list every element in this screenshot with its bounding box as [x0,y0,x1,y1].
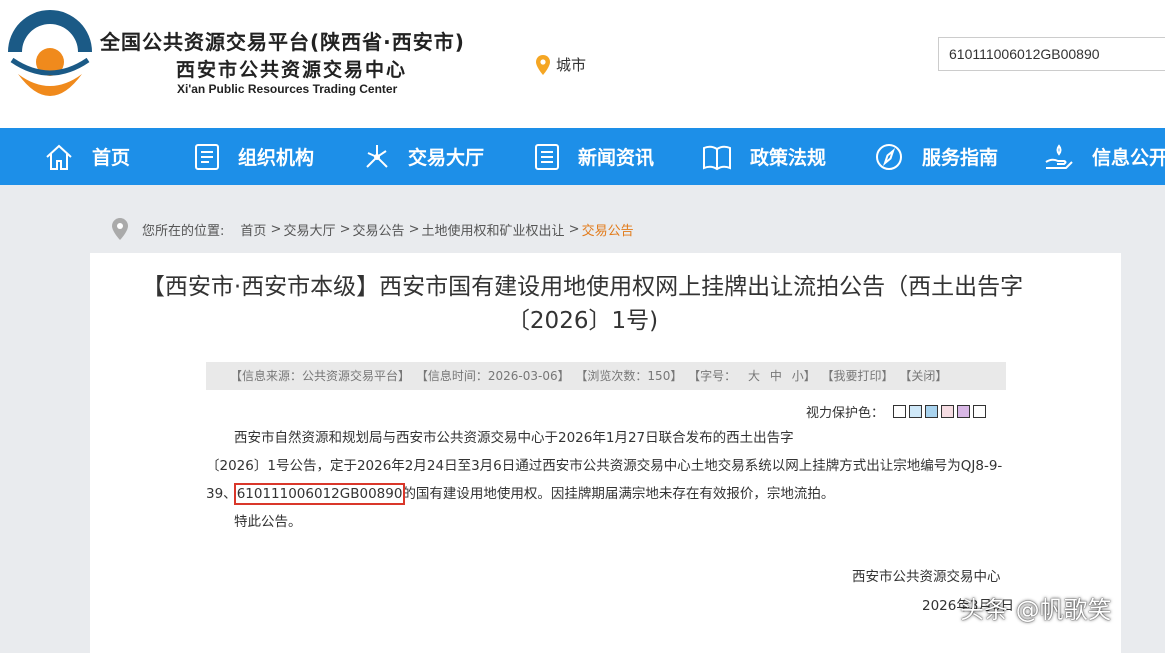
site-header: 全国公共资源交易平台(陕西省·西安市) 西安市公共资源交易中心 Xi'an Pu… [0,0,1165,128]
nav-label: 政策法规 [750,147,827,169]
vision-label: 视力保护色： [806,406,885,421]
article-title-text: 【西安市·西安市本级】西安市国有建设用地使用权网上挂牌出让流拍公告（西土出告字〔… [141,274,1024,334]
watermark: 头条 @帆歌笑 [960,596,1112,624]
parcel-prefix: 39、 [206,486,237,502]
nav-service-guide[interactable]: 服务指南 [874,128,998,185]
print-button[interactable]: 【我要打印】 [822,369,894,383]
breadcrumb-separator: > [266,221,282,237]
close-button[interactable]: 【关闭】 [899,369,947,383]
breadcrumb-announcements[interactable]: 交易公告 [352,220,404,239]
breadcrumb: 您所在的位置: 首页 > 交易大厅 > 交易公告 > 土地使用权和矿业权出让 >… [112,218,634,240]
site-subtitle: 西安市公共资源交易中心 [176,59,408,81]
nav-trading-hall[interactable]: 交易大厅 [364,128,484,185]
body-paragraph: 〔2026〕1号公告，定于2026年2月24日至3月6日通过西安市公共资源交易中… [206,458,1003,474]
vision-protect-colors: 视力保护色： [806,402,987,421]
article-body: 西安市自然资源和规划局与西安市公共资源交易中心于2026年1月27日联合发布的西… [206,424,1016,536]
nav-label: 组织机构 [238,147,315,169]
vision-swatch-lightblue[interactable] [909,405,923,418]
vision-swatch-purple[interactable] [957,405,971,418]
breadcrumb-prefix: 您所在的位置: [142,223,225,239]
nav-label: 新闻资讯 [578,147,655,169]
list-icon [535,143,559,170]
article-info-bar: 【信息来源：公共资源交易平台】 【信息时间：2026-03-06】 【浏览次数：… [206,362,1006,390]
nav-label: 交易大厅 [408,147,485,169]
nav-label: 首页 [92,147,131,169]
vision-swatch-white[interactable] [893,405,907,418]
breadcrumb-separator: > [564,221,580,237]
nav-policy[interactable]: 政策法规 [702,128,826,185]
site-logo[interactable] [4,8,96,104]
site-english-name: Xi'an Public Resources Trading Center [177,82,398,96]
site-title: 全国公共资源交易平台(陕西省·西安市) [100,30,465,54]
nav-label: 服务指南 [922,147,999,169]
hand-icon [1045,143,1073,169]
breadcrumb-land-rights[interactable]: 土地使用权和矿业权出让 [422,220,565,239]
info-source: 【信息来源：公共资源交易平台】 [230,369,411,383]
location-icon [112,218,128,240]
breadcrumb-separator: > [335,221,351,237]
nav-label: 信息公开 [1092,147,1165,169]
article-title: 【西安市·西安市本级】西安市国有建设用地使用权网上挂牌出让流拍公告（西土出告字〔… [0,270,1165,338]
book-icon [703,145,731,170]
breadcrumb-separator: > [404,221,420,237]
breadcrumb-home[interactable]: 首页 [240,220,266,239]
body-paragraph: 特此公告。 [234,514,302,530]
search-input[interactable] [938,37,1165,71]
body-paragraph: 西安市自然资源和规划局与西安市公共资源交易中心于2026年1月27日联合发布的西… [234,430,794,446]
parcel-code-highlight: 610111006012GB00890 [233,483,406,505]
info-views: 【浏览次数：150】 [575,369,683,383]
vision-swatch-pink[interactable] [941,405,955,418]
home-icon [46,144,72,170]
nav-home[interactable]: 首页 [44,128,130,185]
signature-org: 西安市公共资源交易中心 [852,569,1001,585]
nav-news[interactable]: 新闻资讯 [534,128,654,185]
city-selector[interactable]: 城市 [536,54,586,75]
compass-icon [876,143,902,170]
font-large-button[interactable]: 大 [748,369,760,383]
network-icon [366,144,388,168]
breadcrumb-trading-hall[interactable]: 交易大厅 [283,220,335,239]
nav-organization[interactable]: 组织机构 [194,128,314,185]
city-label: 城市 [556,56,587,74]
vision-swatch-default[interactable] [973,405,987,418]
info-time: 【信息时间：2026-03-06】 [415,369,570,383]
location-pin-icon [536,54,550,75]
nav-disclosure[interactable]: 信息公开 [1044,128,1165,185]
breadcrumb-current[interactable]: 交易公告 [582,220,634,239]
vision-swatch-blue[interactable] [925,405,939,418]
font-small-button[interactable]: 小】 [792,369,816,383]
info-font-label: 【字号： [688,369,737,383]
main-nav: 首页 组织机构 交易大厅 新闻资讯 政策法规 服务指南 信息公开 [0,128,1165,185]
font-medium-button[interactable]: 中 [770,369,782,383]
body-paragraph: 39、610111006012GB00890的国有建设用地使用权。因挂牌期届满宗… [206,480,1016,508]
parcel-suffix: 的国有建设用地使用权。因挂牌期届满宗地未存在有效报价，宗地流拍。 [402,486,835,502]
document-icon [195,143,219,170]
